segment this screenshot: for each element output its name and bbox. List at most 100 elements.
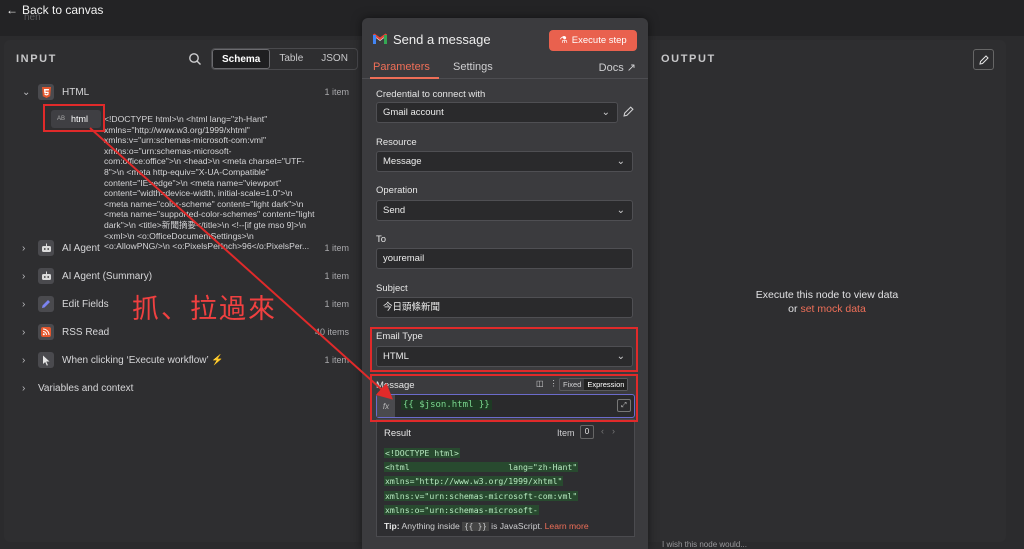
set-mock-data-link[interactable]: set mock data — [800, 303, 865, 315]
resource-label: Resource — [376, 137, 417, 148]
value-line: content="IE=edge">\n <meta name="viewpor… — [104, 177, 282, 188]
tab-settings[interactable]: Settings — [453, 61, 493, 73]
item-nav-arrows[interactable]: ‹› — [601, 426, 623, 436]
value-line: <meta name="supported-color-schemes" con… — [104, 209, 315, 220]
subject-input[interactable]: 今日頭條新聞 — [376, 297, 633, 318]
item-count: 1 item — [324, 87, 349, 97]
view-mode-switch: Schema Table JSON — [211, 48, 358, 70]
tab-schema[interactable]: Schema — [212, 49, 271, 69]
item-index-input[interactable]: 0 — [580, 425, 594, 439]
result-line: xmlns:v="urn:schemas-microsoft-com:vml" — [384, 490, 579, 501]
input-node-row-manual-trigger[interactable]: › When clicking ‘Execute workflow’ ⚡ 1 i… — [4, 350, 362, 370]
tab-table[interactable]: Table — [270, 49, 312, 69]
value-line: com:office:office">\n <head>\n <meta cha… — [104, 156, 305, 167]
chevron-right-icon[interactable]: › — [22, 383, 25, 394]
feedback-hint: I wish this node would... — [662, 540, 747, 549]
item-count: 1 item — [324, 299, 349, 309]
back-to-canvas-button[interactable]: ← Back to canvas — [6, 3, 103, 17]
resource-select[interactable]: Message ⌄ — [376, 151, 633, 172]
docs-link[interactable]: Docs ↗ — [599, 61, 636, 74]
edit-credential-icon[interactable] — [623, 106, 634, 117]
value-line: dark">\n <title>新聞摘要</title>\n <!--[if g… — [104, 219, 306, 230]
to-value: youremail — [383, 253, 425, 264]
resource-value: Message — [383, 156, 422, 167]
input-node-label: RSS Read — [62, 326, 110, 338]
result-lines: <!DOCTYPE html> <html lang="zh-Hant" xml… — [384, 446, 632, 517]
annotation-text: 抓、拉過來 — [132, 294, 277, 325]
subject-value: 今日頭條新聞 — [383, 302, 441, 313]
pencil-icon — [38, 296, 54, 312]
credential-label: Credential to connect with — [376, 89, 486, 100]
lightning-icon: ⚡ — [211, 354, 224, 366]
execute-step-button[interactable]: ⚗ Execute step — [549, 30, 637, 51]
operation-value: Send — [383, 205, 406, 216]
execute-step-label: Execute step — [571, 35, 627, 46]
input-node-label: When clicking ‘Execute workflow’ ⚡ — [62, 354, 224, 366]
credential-value: Gmail account — [383, 107, 444, 118]
variables-and-context-row[interactable]: › Variables and context — [4, 378, 362, 398]
node-title: Send a message — [393, 32, 491, 47]
external-link-icon: ↗ — [626, 62, 636, 74]
chevron-down-icon[interactable]: ⌄ — [22, 87, 30, 98]
search-icon[interactable] — [188, 52, 202, 66]
credential-select[interactable]: Gmail account ⌄ — [376, 102, 618, 123]
arrow-left-icon: ← — [6, 3, 18, 17]
chevron-right-icon[interactable]: › — [22, 327, 25, 338]
chevron-right-icon[interactable]: › — [22, 299, 25, 310]
input-node-row-ai-agent[interactable]: › AI Agent 1 item — [4, 238, 362, 258]
input-node-label: AI Agent (Summary) — [62, 270, 153, 282]
learn-more-link[interactable]: Learn more — [545, 521, 589, 531]
tip-text-2: is JavaScript. — [488, 521, 545, 531]
chevron-right-icon[interactable]: › — [22, 243, 25, 254]
output-empty-message: Execute this node to view data or set mo… — [648, 288, 1006, 316]
pencil-icon — [978, 54, 989, 65]
annotation-box-html-field — [43, 104, 105, 132]
value-line: <!DOCTYPE html>\n <html lang="zh-Hant" — [104, 114, 268, 124]
node-tabs: Parameters Settings Docs ↗ — [362, 57, 648, 79]
input-node-row-ai-agent-summary[interactable]: › AI Agent (Summary) 1 item — [4, 266, 362, 286]
result-line: xmlns:o="urn:schemas-microsoft- — [384, 504, 539, 515]
node-parameters-panel: Send a message ⚗ Execute step Parameters… — [362, 18, 648, 549]
tab-json[interactable]: JSON — [312, 49, 357, 69]
gmail-icon — [373, 33, 387, 44]
rss-icon — [38, 324, 54, 340]
html-field-value: <!DOCTYPE html>\n <html lang="zh-Hant" x… — [104, 114, 354, 252]
input-node-row-html[interactable]: ⌄ HTML 1 item — [4, 82, 362, 102]
back-to-canvas-label: Back to canvas — [22, 3, 104, 17]
output-panel-title: OUTPUT — [661, 53, 716, 65]
input-node-label: HTML — [62, 86, 90, 98]
tab-parameters[interactable]: Parameters — [373, 61, 430, 73]
app-root: hen ← Back to canvas INPUT Schema Table … — [0, 0, 1024, 549]
item-label: Item — [557, 428, 575, 438]
node-header: Send a message ⚗ Execute step — [362, 18, 648, 62]
tip-code: {{ }} — [462, 522, 489, 531]
cursor-icon — [38, 352, 54, 368]
to-input[interactable]: youremail — [376, 248, 633, 269]
value-line: xmlns="http://www.w3.org/1999/xhtml" — [104, 124, 250, 135]
value-line: xmlns:o="urn:schemas-microsoft- — [104, 145, 232, 156]
chevron-down-icon: ⌄ — [601, 107, 610, 118]
edit-output-button[interactable] — [973, 49, 994, 70]
result-line: <!DOCTYPE html> — [384, 448, 460, 458]
result-label: Result — [384, 428, 411, 439]
operation-label: Operation — [376, 185, 418, 196]
expression-tip: Tip: Anything inside {{ }} is JavaScript… — [384, 521, 589, 531]
item-count: 1 item — [324, 243, 349, 253]
tip-text: Anything inside — [399, 521, 463, 531]
input-node-label: AI Agent — [62, 242, 100, 254]
chevron-right-icon[interactable]: › — [22, 355, 25, 366]
input-panel-title: INPUT — [16, 53, 57, 65]
execute-hint: Execute this node to view data — [755, 289, 899, 301]
annotation-box-message — [370, 374, 638, 422]
input-node-label: Edit Fields — [62, 298, 109, 310]
annotation-box-email-type — [370, 327, 638, 372]
or-text: or — [788, 303, 801, 315]
result-line: <html lang="zh-Hant" — [384, 462, 579, 473]
chevron-right-icon[interactable]: › — [22, 271, 25, 282]
item-count: 1 item — [324, 271, 349, 281]
output-panel: OUTPUT Execute this node to view data or… — [648, 40, 1006, 542]
operation-select[interactable]: Send ⌄ — [376, 200, 633, 221]
robot-icon — [38, 268, 54, 284]
active-tab-indicator — [370, 77, 439, 79]
result-line: xmlns="http://www.w3.org/1999/xhtml" — [384, 476, 564, 487]
